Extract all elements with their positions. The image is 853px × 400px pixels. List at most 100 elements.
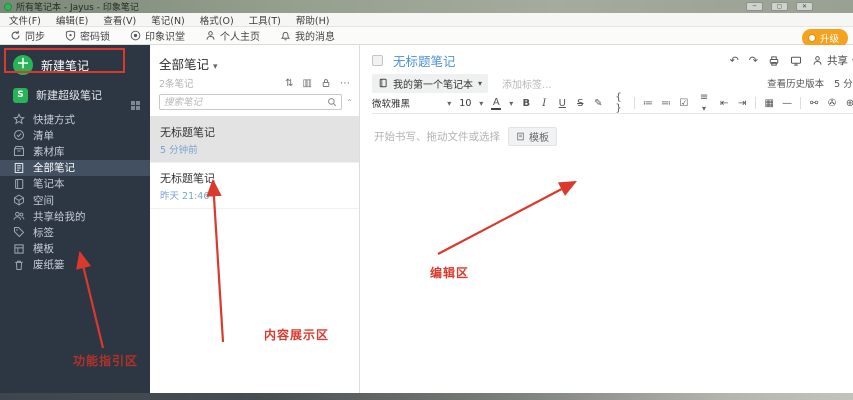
notebook-icon: [379, 78, 387, 88]
sidebar-item-shortcuts[interactable]: 快捷方式: [0, 111, 150, 127]
bell-icon: [280, 31, 291, 41]
more-icon[interactable]: ⋯: [340, 78, 350, 89]
yx-class-icon: [130, 30, 141, 41]
sidebar: ＋ 新建笔记 S 新建超级笔记 快捷方式 清单 素材库 全部笔记 笔记本 空间 …: [0, 45, 150, 393]
lock-icon[interactable]: [321, 78, 331, 88]
numbered-list-button[interactable]: ≕: [661, 98, 671, 109]
sidebar-item-all-notes[interactable]: 全部笔记: [0, 159, 150, 176]
plus-icon: ＋: [13, 55, 33, 75]
note-count: 2条笔记: [159, 79, 194, 90]
sync-button[interactable]: 同步: [10, 28, 45, 43]
history-link[interactable]: 查看历史版本: [767, 76, 824, 90]
minimize-button[interactable]: ─: [746, 2, 763, 11]
todo-list-button[interactable]: ☑: [679, 98, 689, 109]
check-circle-icon: [13, 130, 25, 141]
yx-class-button[interactable]: 印象识堂: [130, 28, 185, 43]
italic-button[interactable]: I: [539, 98, 549, 109]
sidebar-item-spaces[interactable]: 空间: [0, 192, 150, 208]
align-button[interactable]: ≡ ▾: [697, 92, 711, 114]
app-logo-icon: [4, 2, 12, 11]
editor-note-title[interactable]: 无标题笔记: [393, 51, 456, 70]
print-icon[interactable]: [768, 55, 780, 67]
menu-format[interactable]: 格式(O): [200, 13, 234, 27]
present-icon[interactable]: [790, 55, 802, 67]
sidebar-item-templates[interactable]: 模板: [0, 241, 150, 257]
menu-help[interactable]: 帮助(H): [296, 13, 330, 27]
view-toggle-icon[interactable]: ▥: [303, 78, 312, 89]
redo-icon[interactable]: ↷: [749, 54, 758, 67]
outdent-button[interactable]: ⇤: [719, 98, 729, 109]
insert-more-button[interactable]: ⊕: [845, 98, 853, 109]
menu-tools[interactable]: 工具(T): [249, 13, 281, 27]
sidebar-item-trash[interactable]: 废纸篓: [0, 257, 150, 273]
saved-time[interactable]: 5 分钟前 ▾: [834, 76, 853, 90]
font-color-button[interactable]: A: [491, 97, 502, 110]
password-lock-button[interactable]: 密码锁: [65, 28, 110, 43]
trash-icon: [15, 260, 23, 270]
editor-body[interactable]: 开始书写、拖动文件或选择 模板: [360, 114, 853, 146]
font-size-select[interactable]: 10 ▾: [459, 98, 483, 109]
window-title: 所有笔记本 - Jayus - 印象笔记: [16, 3, 139, 13]
menu-view[interactable]: 查看(V): [103, 13, 136, 27]
template-button[interactable]: 模板: [508, 127, 557, 146]
note-item[interactable]: 无标题笔记 昨天 21:46: [150, 163, 359, 209]
strikethrough-button[interactable]: S: [575, 98, 585, 109]
shield-lock-icon: [65, 30, 76, 41]
editor-placeholder: 开始书写、拖动文件或选择: [374, 131, 500, 143]
toolbar-divider: [633, 97, 635, 109]
sidebar-item-library[interactable]: 素材库: [0, 143, 150, 159]
maximize-button[interactable]: ▢: [771, 2, 788, 11]
new-note-button[interactable]: ＋ 新建笔记: [0, 45, 150, 83]
code-block-button[interactable]: { }: [611, 92, 626, 114]
font-family-select[interactable]: 微软雅黑 ▾: [372, 96, 451, 111]
sort-icon[interactable]: ⇅: [285, 78, 293, 89]
search-input[interactable]: [164, 96, 328, 108]
chevron-down-icon: ▾: [213, 62, 218, 72]
profile-button[interactable]: 个人主页: [205, 28, 260, 43]
close-button[interactable]: ✕: [796, 2, 813, 11]
sidebar-item-shared-with-me[interactable]: 共享给我的: [0, 208, 150, 224]
insert-table-button[interactable]: ▦: [764, 98, 774, 109]
cube-icon: [14, 194, 24, 206]
tag-icon: [13, 227, 25, 238]
sidebar-item-notebooks[interactable]: 笔记本: [0, 176, 150, 192]
people-icon: [13, 212, 25, 221]
note-list: 无标题笔记 5 分钟前 无标题笔记 昨天 21:46: [150, 116, 359, 209]
undo-icon[interactable]: ↶: [730, 54, 739, 67]
bullet-list-button[interactable]: ≔: [643, 98, 653, 109]
sidebar-item-checklist[interactable]: 清单: [0, 127, 150, 143]
chevron-down-icon: ▾: [479, 98, 484, 108]
highlight-pen-button[interactable]: ✎: [593, 98, 603, 109]
app-toolbar: 同步 密码锁 印象识堂 个人主页 我的消息 升级: [0, 27, 853, 47]
menu-edit[interactable]: 编辑(E): [56, 13, 88, 27]
new-super-note-button[interactable]: S 新建超级笔记: [0, 83, 150, 111]
menu-bar: 文件(F) 编辑(E) 查看(V) 笔记(N) 格式(O) 工具(T) 帮助(H…: [0, 13, 853, 27]
bold-button[interactable]: B: [521, 98, 531, 109]
messages-button[interactable]: 我的消息: [280, 28, 335, 43]
note-badge-icon: [372, 55, 383, 66]
notebook-selector[interactable]: 我的第一个笔记本 ▾: [372, 73, 489, 93]
search-icon: [328, 98, 337, 107]
note-item-selected[interactable]: 无标题笔记 5 分钟前: [150, 117, 359, 163]
new-super-note-label: 新建超级笔记: [36, 89, 102, 102]
search-box[interactable]: [159, 94, 343, 110]
search-row: ⌃: [159, 94, 353, 110]
indent-button[interactable]: ⇥: [737, 98, 747, 109]
horizontal-rule-button[interactable]: —: [782, 98, 792, 109]
title-bar: 所有笔记本 - Jayus - 印象笔记 ─ ▢ ✕: [0, 0, 853, 13]
collapse-search-icon[interactable]: ⌃: [346, 98, 353, 107]
share-button[interactable]: 共享 ▾: [812, 53, 853, 68]
attach-file-button[interactable]: ✇: [827, 98, 837, 109]
menu-file[interactable]: 文件(F): [9, 13, 41, 27]
insert-link-button[interactable]: ⚯: [809, 98, 819, 109]
window-controls: ─ ▢ ✕: [746, 2, 853, 11]
underline-button[interactable]: U: [557, 98, 567, 109]
sidebar-item-tags[interactable]: 标签: [0, 224, 150, 240]
note-list-title[interactable]: 全部笔记 ▾: [159, 54, 359, 73]
layout-grid-icon[interactable]: [131, 101, 140, 110]
status-strip: [0, 393, 853, 400]
menu-note[interactable]: 笔记(N): [151, 13, 185, 27]
toolbar-divider: [800, 97, 802, 109]
coin-icon: [807, 34, 816, 42]
add-tag-field[interactable]: 添加标签...: [502, 76, 552, 91]
